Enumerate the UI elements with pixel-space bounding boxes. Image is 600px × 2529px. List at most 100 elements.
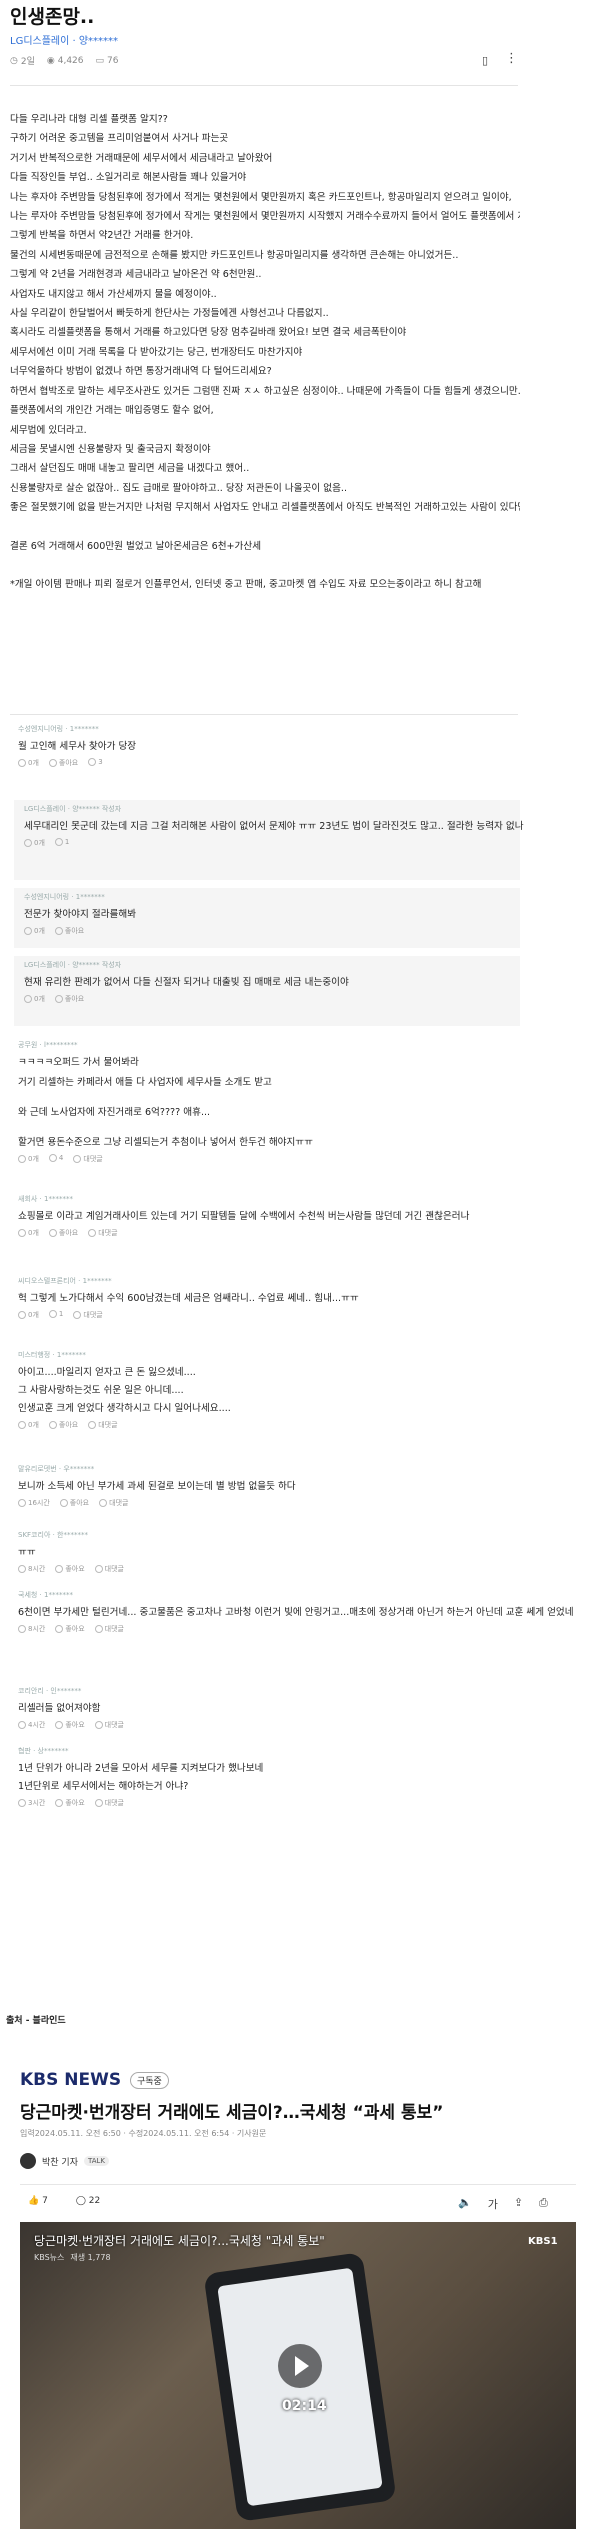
comment-author[interactable]: 씨디오스텔프론티어 · 1******* xyxy=(18,1276,112,1286)
comment-action[interactable]: 4 xyxy=(48,1154,63,1164)
action-icon xyxy=(88,1421,97,1429)
action-icon xyxy=(18,1799,26,1807)
video-duration: 02:14 xyxy=(282,2398,327,2414)
comment-action[interactable]: 3 xyxy=(88,758,103,768)
comment-action[interactable]: 대댓글 xyxy=(88,1420,118,1430)
comment-actions: 0개 좋아요 3 xyxy=(18,758,103,768)
comment-action[interactable]: 0개 xyxy=(24,838,45,848)
comment-icon: ▭ xyxy=(95,55,105,66)
comment-author[interactable]: 미스터행정 · 1******* xyxy=(18,1350,86,1360)
action-icon xyxy=(48,1310,57,1318)
subscribe-button[interactable]: 구독중 xyxy=(130,2072,169,2089)
comment-author[interactable]: 공무원 · l********* xyxy=(18,1040,77,1050)
comment-action[interactable]: 좋아요 xyxy=(48,1228,78,1238)
divider xyxy=(10,85,518,86)
comment-action[interactable]: 0개 xyxy=(24,994,45,1004)
comment-action[interactable]: 1 xyxy=(48,1310,63,1320)
comment-action[interactable]: 좋아요 xyxy=(48,758,78,768)
comment-actions: 0개 1 대댓글 xyxy=(18,1310,103,1320)
comment-action[interactable]: 대댓글 xyxy=(94,1624,124,1634)
comment-author[interactable]: 수성엔지니어링 · 1******* xyxy=(18,724,99,734)
comment-action[interactable]: 대댓글 xyxy=(94,1564,124,1574)
comment-action[interactable]: 0개 xyxy=(18,1310,39,1320)
comment-action[interactable]: 0개 xyxy=(18,1420,39,1430)
action-icon xyxy=(55,1625,64,1633)
action-icon xyxy=(48,759,57,767)
reporter-name[interactable]: 박찬 기자 xyxy=(42,2155,78,2168)
comment-action[interactable]: 0개 xyxy=(18,758,39,768)
post-author[interactable]: LG디스플레이 · 양****** xyxy=(10,32,118,47)
comment-action[interactable]: 3시간 xyxy=(18,1798,45,1808)
comment-actions: 0개 좋아요 대댓글 xyxy=(18,1228,118,1238)
play-icon[interactable] xyxy=(278,2344,322,2388)
more-options-icon[interactable]: ⋮ xyxy=(505,51,518,66)
comment: 씨디오스텔프론티어 · 1******* 헉 그렇게 노가다해서 수익 600남겼… xyxy=(8,1272,520,1332)
comment-count-meta: ▭ 76 xyxy=(95,55,119,66)
video-player[interactable]: 당근마켓·번개장터 거래에도 세금이?...국세청 "과세 통보" KBS뉴스 … xyxy=(20,2222,576,2529)
comment-author[interactable]: LG디스플레이 · 양****** 작성자 xyxy=(24,960,121,970)
body-line: 좋은 절못했기에 없을 받는거지만 나처럼 무지해서 사업자도 안내고 리셀플랫… xyxy=(10,502,520,514)
divider xyxy=(20,2184,576,2185)
body-line xyxy=(10,518,520,537)
comment-button[interactable]: ◯ 22 xyxy=(76,2196,100,2206)
share-icon[interactable]: ⇪ xyxy=(514,2196,523,2212)
action-icon xyxy=(18,759,26,767)
comment-author[interactable]: 수성엔지니어링 · 1******* xyxy=(24,892,105,902)
action-icon xyxy=(94,1625,103,1633)
comment-author[interactable]: SKF코리아 · 한******* xyxy=(18,1530,88,1540)
comment-action[interactable]: 좋아요 xyxy=(55,1720,85,1730)
post-meta: ◷ 2일 ◉ 4,426 ▭ 76 xyxy=(10,54,119,68)
action-icon xyxy=(88,1229,97,1237)
comment-action[interactable]: 대댓글 xyxy=(94,1720,124,1730)
body-line: 신용불량자로 살순 없잖아.. 집도 급매로 팔아야하고.. 당장 저관돈이 나… xyxy=(10,482,348,494)
like-button[interactable]: 👍 7 xyxy=(28,2196,48,2206)
comment-action[interactable]: 좋아요 xyxy=(55,1564,85,1574)
comment: 새회사 · 1******* 쇼핑몰로 이라고 계임거래사이트 있는데 거기 되팔… xyxy=(8,1190,520,1260)
comment-action[interactable]: 좋아요 xyxy=(54,926,84,936)
talk-badge[interactable]: TALK xyxy=(83,2156,109,2166)
comment-author[interactable]: 협판 · 상******* xyxy=(18,1746,69,1756)
comment-action[interactable]: 1 xyxy=(54,838,69,848)
comment-action[interactable]: 좋아요 xyxy=(59,1498,89,1508)
comment-text: 와 근데 노사업자에 자진거래로 6억???? 애휴... xyxy=(18,1107,211,1118)
body-line: 플랫폼에서의 개인간 거래는 매입증명도 할수 없어, xyxy=(10,405,214,417)
comment-author[interactable]: 국세청 · 1******* xyxy=(18,1590,73,1600)
comment-text: 리셀러들 없어져야함 xyxy=(18,1703,101,1714)
bookmark-icon[interactable]: ▯ xyxy=(482,54,488,67)
action-icon xyxy=(54,927,63,935)
comment-author[interactable]: LG디스플레이 · 양****** 작성자 xyxy=(24,804,121,814)
comment-author[interactable]: 새회사 · 1******* xyxy=(18,1194,73,1204)
kbs-news-logo[interactable]: KBS NEWS xyxy=(20,2070,121,2090)
comment: 협판 · 상******* 1년 단위가 아니라 2년을 모아서 세무를 지켜보다… xyxy=(8,1742,520,1818)
reporter-info[interactable]: 박찬 기자 TALK xyxy=(20,2153,109,2169)
comment-action[interactable]: 0개 xyxy=(18,1228,39,1238)
comment-actions: 0개 좋아요 xyxy=(24,994,84,1004)
comment-action[interactable]: 8시간 xyxy=(18,1564,45,1574)
comment-author[interactable]: 말유리로뎃번 · 우******* xyxy=(18,1464,94,1474)
comment-action[interactable]: 대댓글 xyxy=(99,1498,128,1508)
comment-action[interactable]: 0개 xyxy=(24,926,45,936)
post-body: 다들 우리나라 대형 리셀 플랫폼 알지?? 구하기 어려운 중고템을 프리미엄붙… xyxy=(10,110,520,594)
comment-action[interactable]: 대댓글 xyxy=(88,1228,118,1238)
comment-action[interactable]: 4시간 xyxy=(18,1720,45,1730)
comment-action[interactable]: 대댓글 xyxy=(73,1154,103,1164)
comment-text: 6천이면 부가세만 털린거네... 중고물품은 중고차나 고바청 이런거 빚에 … xyxy=(18,1607,574,1618)
print-icon[interactable]: ⎙ xyxy=(539,2196,548,2212)
comment-actions: 3시간 좋아요 대댓글 xyxy=(18,1798,124,1808)
font-size-icon[interactable]: 가 xyxy=(488,2196,498,2212)
comment-action[interactable]: 좋아요 xyxy=(55,1798,85,1808)
comment: 수성엔지니어링 · 1******* 월 고인해 세무사 찾아가 당장 0개 좋아요 3 xyxy=(8,720,520,790)
comment-action[interactable]: 좋아요 xyxy=(55,1624,85,1634)
action-icon xyxy=(18,1625,26,1633)
comment-author[interactable]: 코리안리 · 인******* xyxy=(18,1686,81,1696)
comment-action[interactable]: 좋아요 xyxy=(48,1420,78,1430)
comment-action[interactable]: 8시간 xyxy=(18,1624,45,1634)
comment-action[interactable]: 16시간 xyxy=(18,1498,50,1508)
action-icon xyxy=(18,1311,26,1319)
body-line xyxy=(10,556,520,575)
audio-icon[interactable]: 🔈 xyxy=(458,2196,472,2212)
comment-action[interactable]: 좋아요 xyxy=(54,994,84,1004)
comment-action[interactable]: 대댓글 xyxy=(94,1798,124,1808)
comment-action[interactable]: 0개 xyxy=(18,1154,39,1164)
comment-action[interactable]: 대댓글 xyxy=(73,1310,103,1320)
